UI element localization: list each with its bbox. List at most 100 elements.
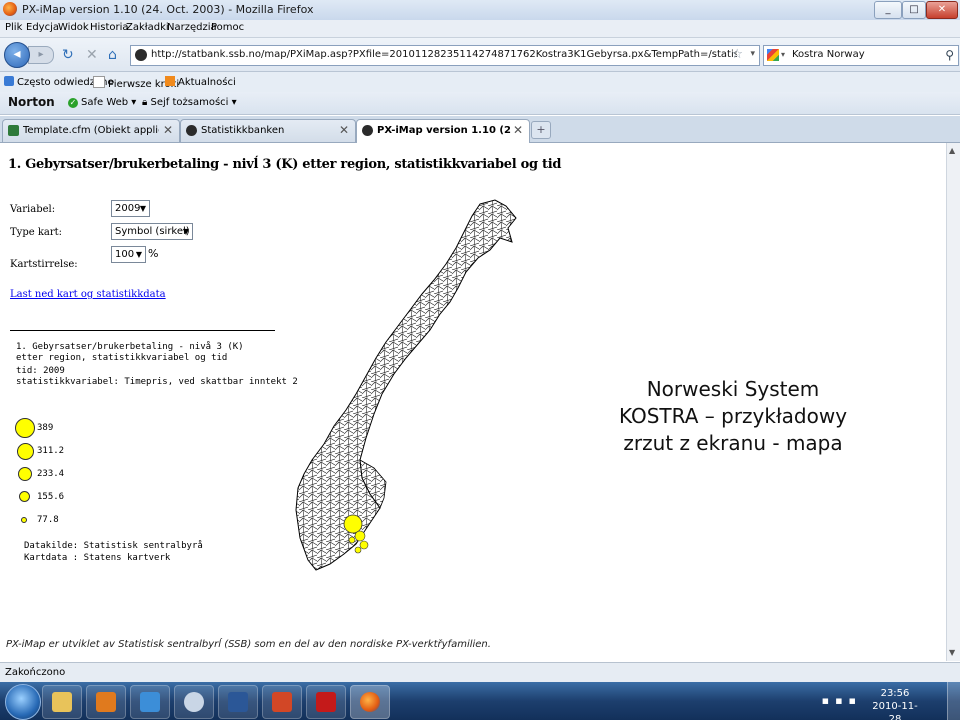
clock-date: 2010-11-28 bbox=[872, 701, 918, 725]
taskbar-powerpoint[interactable] bbox=[262, 685, 302, 719]
search-box[interactable]: ▾ Kostra Norway ⚲ bbox=[763, 45, 959, 66]
menu-view[interactable]: Widok bbox=[58, 22, 89, 33]
tab-favicon-icon bbox=[186, 125, 197, 136]
system-tray-icons[interactable]: ▪▪▪ bbox=[822, 694, 862, 707]
lock-icon: 🔒︎ bbox=[142, 97, 151, 108]
globe-icon bbox=[184, 692, 204, 712]
vertical-scrollbar[interactable]: ▲ ▼ bbox=[946, 143, 960, 661]
taskbar-firefox[interactable] bbox=[350, 685, 390, 719]
safe-web-menu[interactable]: ✓ Safe Web ▾ bbox=[68, 97, 136, 108]
norton-toolbar: Norton ✓ Safe Web ▾ 🔒︎ Sejf tożsamości ▾ bbox=[0, 92, 960, 115]
tab-label: PX-iMap version 1.10 (24. Oct. 20... bbox=[377, 125, 511, 136]
legend-value: 311.2 bbox=[37, 446, 65, 456]
legend-value: 233.4 bbox=[37, 469, 65, 479]
menu-bookmarks[interactable]: Zakładki bbox=[126, 22, 169, 33]
safe-web-label: Safe Web ▾ bbox=[81, 97, 137, 108]
identity-safe-label: Sejf tożsamości ▾ bbox=[150, 97, 237, 108]
map-type-value: Symbol (sirkel) bbox=[115, 226, 190, 237]
download-link[interactable]: Last ned kart og statistikkdata bbox=[10, 289, 166, 300]
norton-logo[interactable]: Norton bbox=[8, 95, 55, 109]
taskbar-word[interactable] bbox=[218, 685, 258, 719]
url-text[interactable]: http://statbank.ssb.no/map/PXiMap.asp?PX… bbox=[151, 49, 737, 60]
chevron-down-icon: ▼ bbox=[135, 250, 142, 259]
bookmark-news[interactable]: Aktualności bbox=[165, 76, 236, 88]
scroll-up-icon[interactable]: ▲ bbox=[949, 146, 955, 155]
caption-line: zrzut z ekranu - mapa bbox=[623, 431, 843, 455]
map-size-select[interactable]: 100 ▼ bbox=[111, 246, 146, 263]
menu-help[interactable]: Pomoc bbox=[211, 22, 244, 33]
tab-close-icon[interactable]: ✕ bbox=[513, 123, 523, 137]
menu-tools[interactable]: Narzędzia bbox=[167, 22, 217, 33]
page-footer: PX-iMap er utviklet av Statistisk sentra… bbox=[6, 639, 491, 650]
legend-value: 389 bbox=[37, 423, 54, 433]
window-titlebar: PX-iMap version 1.10 (24. Oct. 2003) - M… bbox=[0, 0, 960, 20]
search-icon[interactable]: ⚲ bbox=[945, 48, 954, 62]
show-desktop-button[interactable] bbox=[947, 682, 960, 720]
variable-select[interactable]: 2009 ▼ bbox=[111, 200, 150, 217]
address-bar[interactable]: http://statbank.ssb.no/map/PXiMap.asp?PX… bbox=[130, 45, 760, 66]
tab-label: Statistikkbanken bbox=[201, 125, 285, 136]
norway-municipality-map[interactable] bbox=[290, 198, 522, 578]
status-bar: Zakończono bbox=[0, 662, 960, 683]
tab-px-imap[interactable]: PX-iMap version 1.10 (24. Oct. 20... ✕ bbox=[356, 119, 530, 143]
bookmark-icon bbox=[4, 76, 14, 86]
reload-icon[interactable]: ↻ bbox=[62, 47, 74, 63]
minimize-button[interactable]: _ bbox=[874, 1, 902, 19]
new-tab-button[interactable]: + bbox=[531, 121, 551, 139]
tab-template[interactable]: Template.cfm (Obiekt application/... ✕ bbox=[2, 119, 180, 142]
check-icon: ✓ bbox=[68, 98, 78, 108]
legend-symbol-circle bbox=[17, 443, 34, 460]
map-type-select[interactable]: Symbol (sirkel) ▼ bbox=[111, 223, 193, 240]
rss-icon bbox=[165, 76, 175, 86]
menu-history[interactable]: Historia bbox=[90, 22, 129, 33]
divider bbox=[10, 330, 275, 331]
pdf-icon bbox=[316, 692, 336, 712]
taskbar-explorer[interactable] bbox=[42, 685, 82, 719]
powerpoint-icon bbox=[272, 692, 292, 712]
tab-label: Template.cfm (Obiekt application/... bbox=[23, 125, 159, 136]
status-text: Zakończono bbox=[5, 667, 66, 678]
legend-symbol-circle bbox=[21, 517, 27, 523]
url-dropdown-icon[interactable]: ▾ bbox=[750, 49, 755, 59]
menu-edit[interactable]: Edycja bbox=[26, 22, 59, 33]
page-title: 1. Gebyrsatser/brukerbetaling - nivĺ 3 (… bbox=[8, 157, 562, 172]
tab-favicon-icon bbox=[8, 125, 19, 136]
tab-favicon-icon bbox=[362, 125, 373, 136]
map-symbol bbox=[354, 546, 362, 554]
back-button[interactable]: ◂ bbox=[4, 42, 30, 68]
legend-symbol-circle bbox=[18, 467, 32, 481]
variable-label: Variabel: bbox=[10, 204, 56, 215]
tab-statistikkbanken[interactable]: Statistikkbanken ✕ bbox=[180, 119, 356, 142]
window-title: PX-iMap version 1.10 (24. Oct. 2003) - M… bbox=[22, 3, 314, 16]
bookmark-star-icon[interactable]: ☆ bbox=[731, 47, 743, 62]
caption-line: KOSTRA – przykładowy bbox=[618, 404, 848, 428]
meta-line: statistikkvariabel: Timepris, ved skattb… bbox=[16, 377, 298, 387]
taskbar-paint[interactable] bbox=[130, 685, 170, 719]
menu-file[interactable]: Plik bbox=[5, 22, 22, 33]
taskbar-acrobat[interactable] bbox=[306, 685, 346, 719]
tab-close-icon[interactable]: ✕ bbox=[163, 123, 173, 137]
tab-close-icon[interactable]: ✕ bbox=[339, 123, 349, 137]
clock-time: 23:56 bbox=[880, 688, 910, 699]
clock[interactable]: 23:56 2010-11-28 bbox=[870, 687, 920, 726]
navigation-toolbar: ▸ ◂ ↻ ✕ ⌂ http://statbank.ssb.no/map/PXi… bbox=[0, 38, 960, 72]
home-icon[interactable]: ⌂ bbox=[108, 47, 117, 63]
forward-button[interactable]: ▸ bbox=[28, 46, 54, 64]
scroll-down-icon[interactable]: ▼ bbox=[949, 648, 955, 657]
taskbar-media-player[interactable] bbox=[86, 685, 126, 719]
paint-icon bbox=[140, 692, 160, 712]
close-button[interactable]: ✕ bbox=[926, 1, 958, 19]
google-engine-icon[interactable] bbox=[767, 49, 779, 61]
taskbar-app[interactable] bbox=[174, 685, 214, 719]
stop-icon[interactable]: ✕ bbox=[86, 47, 98, 63]
page-icon bbox=[93, 76, 105, 88]
search-input[interactable]: Kostra Norway bbox=[792, 49, 865, 60]
map-symbol bbox=[348, 536, 356, 544]
identity-safe-menu[interactable]: 🔒︎ Sejf tożsamości ▾ bbox=[142, 97, 237, 108]
tab-strip: Template.cfm (Obiekt application/... ✕ S… bbox=[0, 116, 960, 143]
start-button[interactable] bbox=[5, 684, 41, 720]
maximize-button[interactable]: □ bbox=[902, 1, 926, 19]
legend-value: 77.8 bbox=[37, 515, 59, 525]
media-player-icon bbox=[96, 692, 116, 712]
engine-dropdown-icon[interactable]: ▾ bbox=[781, 50, 785, 59]
